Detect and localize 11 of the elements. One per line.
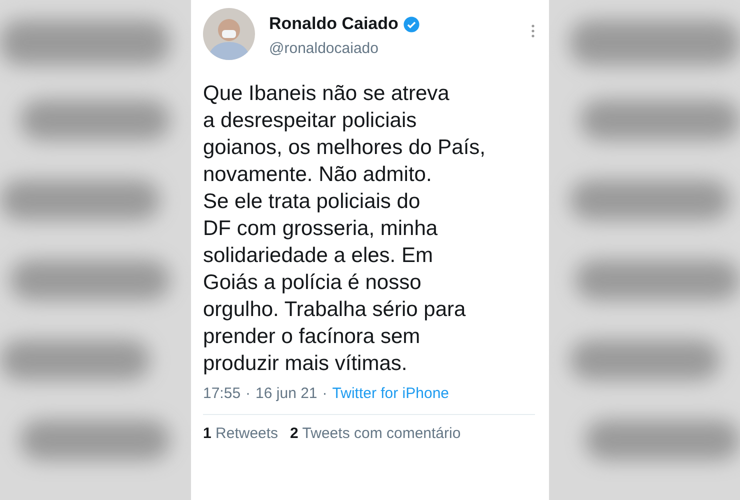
stat-link[interactable]: 2 Tweets com comentário (290, 425, 461, 442)
tweet-text: Que Ibaneis não se atreva a desrespeitar policiais goianos, os melhores do País, novamente. Não admito. Se ele trata policiais do DF com grosseria, minha solidariedade a eles. Em Goiás a polícia é nosso orgulho. Trabalha sério para prender o facínora sem produzir mais vítimas. (203, 81, 486, 377)
separator: · (322, 385, 328, 402)
tweet-time: 17:55 (203, 385, 241, 402)
author-handle[interactable]: @ronaldocaiado (269, 40, 517, 57)
stat-link[interactable]: 1 Retweets (203, 425, 278, 442)
more-icon[interactable] (531, 24, 535, 38)
author-name[interactable]: Ronaldo Caiado (269, 14, 398, 34)
tweet-date: 16 jun 21 (256, 385, 318, 402)
avatar[interactable] (203, 8, 255, 60)
separator: · (246, 385, 251, 402)
